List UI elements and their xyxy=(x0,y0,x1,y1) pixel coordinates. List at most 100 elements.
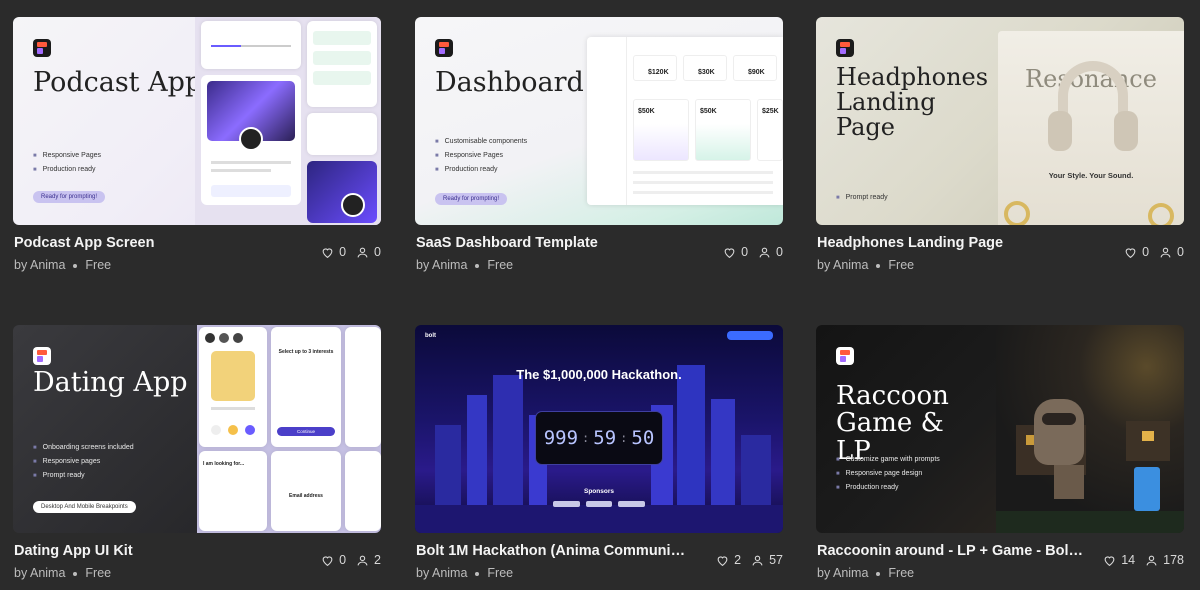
card-price: Free xyxy=(487,566,514,580)
thumb-bullet: Responsive Pages xyxy=(435,149,527,163)
card-thumbnail[interactable]: Headphones Landing Page Prompt ready Res… xyxy=(816,17,1184,225)
extra-screen xyxy=(345,451,381,531)
card-thumbnail[interactable]: Dating App Onboarding screens included R… xyxy=(13,325,381,533)
thumb-bullet: Production ready xyxy=(435,163,527,177)
thumb-bullet: Prompt ready xyxy=(33,469,134,483)
card-meta: Raccoonin around - LP + Game - Bolt &...… xyxy=(816,533,1184,590)
template-card-saas-dashboard[interactable]: Dashboard Template Customisable componen… xyxy=(415,17,783,285)
thumb-bullets: Onboarding screens included Responsive p… xyxy=(33,441,134,483)
card-byline: by Anima Free xyxy=(817,258,914,272)
heart-icon xyxy=(724,247,735,258)
anima-logo-icon xyxy=(435,39,453,57)
card-title[interactable]: Dating App UI Kit xyxy=(14,543,133,559)
card-stats: 0 0 xyxy=(1124,245,1184,259)
card-price: Free xyxy=(85,258,112,272)
users-count: 2 xyxy=(374,553,381,567)
card-meta: Dating App UI Kit by Anima Free 0 2 xyxy=(13,533,381,590)
cta-mock xyxy=(727,331,773,340)
card-title[interactable]: Bolt 1M Hackathon (Anima Community... xyxy=(416,543,686,559)
likes-count: 0 xyxy=(1142,245,1150,259)
thumb-bullet: Responsive page design xyxy=(836,467,940,481)
likes-stat[interactable]: 14 xyxy=(1103,553,1135,567)
cover-mock xyxy=(307,161,377,223)
user-icon xyxy=(752,555,763,565)
user-icon xyxy=(759,247,770,257)
thumb-pill: Ready for prompting! xyxy=(435,193,508,205)
likes-count: 0 xyxy=(339,553,347,567)
card-thumbnail[interactable]: bolt The $1,000,000 Hackathon. 999: 59: … xyxy=(415,325,783,533)
card-stats: 2 57 xyxy=(716,553,783,567)
template-grid: Podcast App Screen Responsive Pages Prod… xyxy=(0,0,1200,590)
card-price: Free xyxy=(888,258,915,272)
card-byline: by Anima Free xyxy=(416,566,513,580)
card-title[interactable]: Raccoonin around - LP + Game - Bolt &... xyxy=(817,543,1087,559)
card-price: Free xyxy=(888,566,915,580)
looking-for-mock xyxy=(345,327,381,447)
card-stats: 0 0 xyxy=(321,245,381,259)
card-author[interactable]: by Anima xyxy=(416,258,467,272)
anima-logo-icon xyxy=(836,39,854,57)
heart-icon xyxy=(1125,247,1136,258)
likes-stat[interactable]: 0 xyxy=(723,245,748,259)
sponsors-label: Sponsors xyxy=(584,488,614,495)
user-icon xyxy=(357,247,368,257)
card-stats: 0 2 xyxy=(321,553,381,567)
card-thumbnail[interactable]: Podcast App Screen Responsive Pages Prod… xyxy=(13,17,381,225)
thumb-bullet: Customize game with prompts xyxy=(836,453,940,467)
countdown-minutes: 50 xyxy=(631,427,655,449)
card-author[interactable]: by Anima xyxy=(817,258,868,272)
card-title[interactable]: Podcast App Screen xyxy=(14,235,154,251)
metric-value: $25K xyxy=(757,99,783,161)
template-card-raccoon-game[interactable]: Raccoon Game & LP Customize game with pr… xyxy=(816,325,1184,590)
dashboard-mock: $120K $30K $90K $50K $50K $25K xyxy=(587,37,783,205)
card-title[interactable]: SaaS Dashboard Template xyxy=(416,235,598,251)
card-author[interactable]: by Anima xyxy=(416,566,467,580)
template-card-podcast[interactable]: Podcast App Screen Responsive Pages Prod… xyxy=(13,17,381,285)
users-stat: 0 xyxy=(758,245,783,259)
thumb-bullets: Customize game with prompts Responsive p… xyxy=(836,453,940,495)
episode-mock xyxy=(201,75,301,205)
likes-stat[interactable]: 2 xyxy=(716,553,741,567)
users-stat: 0 xyxy=(356,245,381,259)
thumb-bullets: Prompt ready xyxy=(836,191,888,205)
screen-text: Select up to 3 interests xyxy=(278,349,334,355)
countdown-timer: 999: 59: 50 xyxy=(535,411,663,465)
metric-value: $120K xyxy=(633,55,677,81)
users-stat: 2 xyxy=(356,553,381,567)
hackathon-heading: The $1,000,000 Hackathon. xyxy=(516,367,682,382)
template-card-dating-app[interactable]: Dating App Onboarding screens included R… xyxy=(13,325,381,590)
heart-icon xyxy=(1104,555,1115,566)
card-thumbnail[interactable]: Dashboard Template Customisable componen… xyxy=(415,17,783,225)
users-count: 0 xyxy=(374,245,381,259)
metric-value: $50K xyxy=(695,99,751,161)
template-card-bolt-hackathon[interactable]: bolt The $1,000,000 Hackathon. 999: 59: … xyxy=(415,325,783,590)
card-author[interactable]: by Anima xyxy=(14,566,65,580)
sponsor-logos xyxy=(553,501,646,507)
likes-stat[interactable]: 0 xyxy=(1124,245,1149,259)
thumb-bullets: Responsive Pages Production ready xyxy=(33,149,101,177)
card-thumbnail[interactable]: Raccoon Game & LP Customize game with pr… xyxy=(816,325,1184,533)
card-meta: Podcast App Screen by Anima Free 0 0 xyxy=(13,225,381,285)
profile-mock xyxy=(199,327,267,447)
card-author[interactable]: by Anima xyxy=(817,566,868,580)
interests-mock: Select up to 3 interests Continue xyxy=(271,327,341,447)
user-icon xyxy=(1160,247,1171,257)
likes-stat[interactable]: 0 xyxy=(321,245,346,259)
template-card-headphones[interactable]: Headphones Landing Page Prompt ready Res… xyxy=(816,17,1184,285)
thumb-bullet: Production ready xyxy=(836,481,940,495)
heart-icon xyxy=(717,555,728,566)
bolt-logo: bolt xyxy=(425,333,436,339)
likes-stat[interactable]: 0 xyxy=(321,553,346,567)
player-mock xyxy=(201,21,301,69)
countdown-hours: 59 xyxy=(593,427,617,449)
card-title[interactable]: Headphones Landing Page xyxy=(817,235,1003,251)
thumb-bullets: Customisable components Responsive Pages… xyxy=(435,135,528,177)
looking-for-screen: I am looking for... xyxy=(199,451,267,531)
thumb-bullet: Onboarding screens included xyxy=(33,441,134,455)
anima-logo-icon xyxy=(33,39,51,57)
card-byline: by Anima Free xyxy=(817,566,914,580)
countdown-days: 999 xyxy=(543,427,579,449)
card-author[interactable]: by Anima xyxy=(14,258,65,272)
users-stat: 0 xyxy=(1159,245,1184,259)
email-screen: Email address xyxy=(271,451,341,531)
